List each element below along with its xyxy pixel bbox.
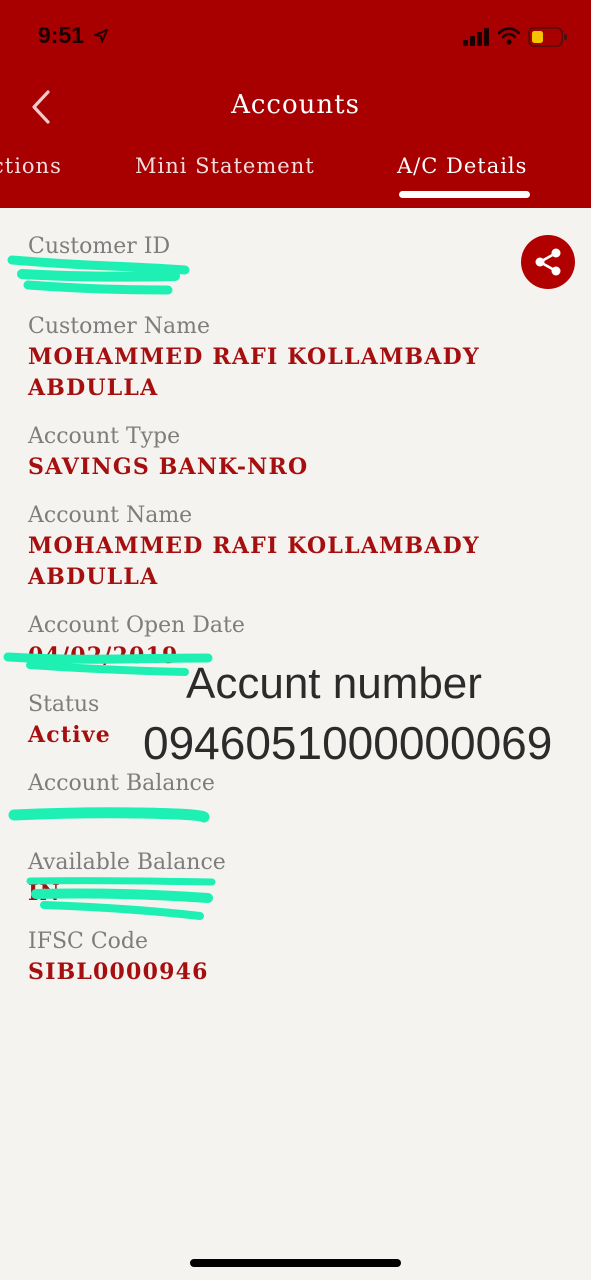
tab-transactions[interactable]: ctions	[0, 154, 62, 178]
account-type-field: Account Type SAVINGS BANK-NRO	[28, 422, 308, 483]
available-balance-label: Available Balance	[28, 850, 226, 875]
signal-icon	[463, 28, 489, 46]
account-type-label: Account Type	[28, 424, 181, 449]
available-balance-value: IN	[28, 880, 61, 906]
account-name-value-line1: MOHAMMED RAFI KOLLAMBADY	[28, 533, 480, 559]
tab-mini-statement[interactable]: Mini Statement	[135, 154, 315, 178]
share-icon	[535, 248, 561, 276]
account-name-field: Account Name MOHAMMED RAFI KOLLAMBADY AB…	[28, 501, 480, 593]
customer-name-label: Customer Name	[28, 314, 211, 339]
account-open-date-label: Account Open Date	[28, 613, 245, 638]
available-balance-field: Available Balance IN	[28, 848, 226, 909]
account-type-value: SAVINGS BANK-NRO	[28, 454, 309, 480]
customer-name-value-line2: ABDULLA	[28, 375, 159, 401]
active-tab-indicator	[399, 191, 530, 198]
account-name-label: Account Name	[28, 503, 193, 528]
page-title: Accounts	[231, 90, 360, 120]
annotation-title: Accunt number	[186, 659, 482, 708]
battery-icon	[528, 27, 567, 47]
ifsc-code-value: SIBL0000946	[28, 959, 209, 985]
app-header: 9:51 Accounts ctions Mini Statement A/C …	[0, 0, 591, 208]
account-balance-label: Account Balance	[28, 771, 215, 796]
ifsc-code-label: IFSC Code	[28, 929, 149, 954]
tab-ac-details[interactable]: A/C Details	[397, 154, 527, 178]
account-name-value-line2: ABDULLA	[28, 564, 159, 590]
wifi-icon	[498, 27, 520, 45]
tab-bar: ctions Mini Statement A/C Details	[0, 150, 591, 208]
account-balance-field: Account Balance	[28, 769, 215, 799]
status-label: Status	[28, 692, 100, 717]
customer-id-field: Customer ID	[28, 232, 170, 262]
status-field: Status Active	[28, 690, 111, 751]
location-arrow-icon	[94, 29, 108, 43]
customer-id-label: Customer ID	[28, 234, 171, 259]
status-value: Active	[28, 722, 111, 748]
home-indicator[interactable]	[190, 1259, 401, 1267]
customer-name-field: Customer Name MOHAMMED RAFI KOLLAMBADY A…	[28, 312, 480, 404]
share-button[interactable]	[521, 235, 575, 289]
customer-name-value-line1: MOHAMMED RAFI KOLLAMBADY	[28, 344, 480, 370]
status-time: 9:51	[38, 22, 85, 48]
ifsc-code-field: IFSC Code SIBL0000946	[28, 927, 209, 988]
status-bar: 9:51	[0, 0, 591, 74]
annotation-account-number: 0946051000000069	[143, 717, 553, 769]
